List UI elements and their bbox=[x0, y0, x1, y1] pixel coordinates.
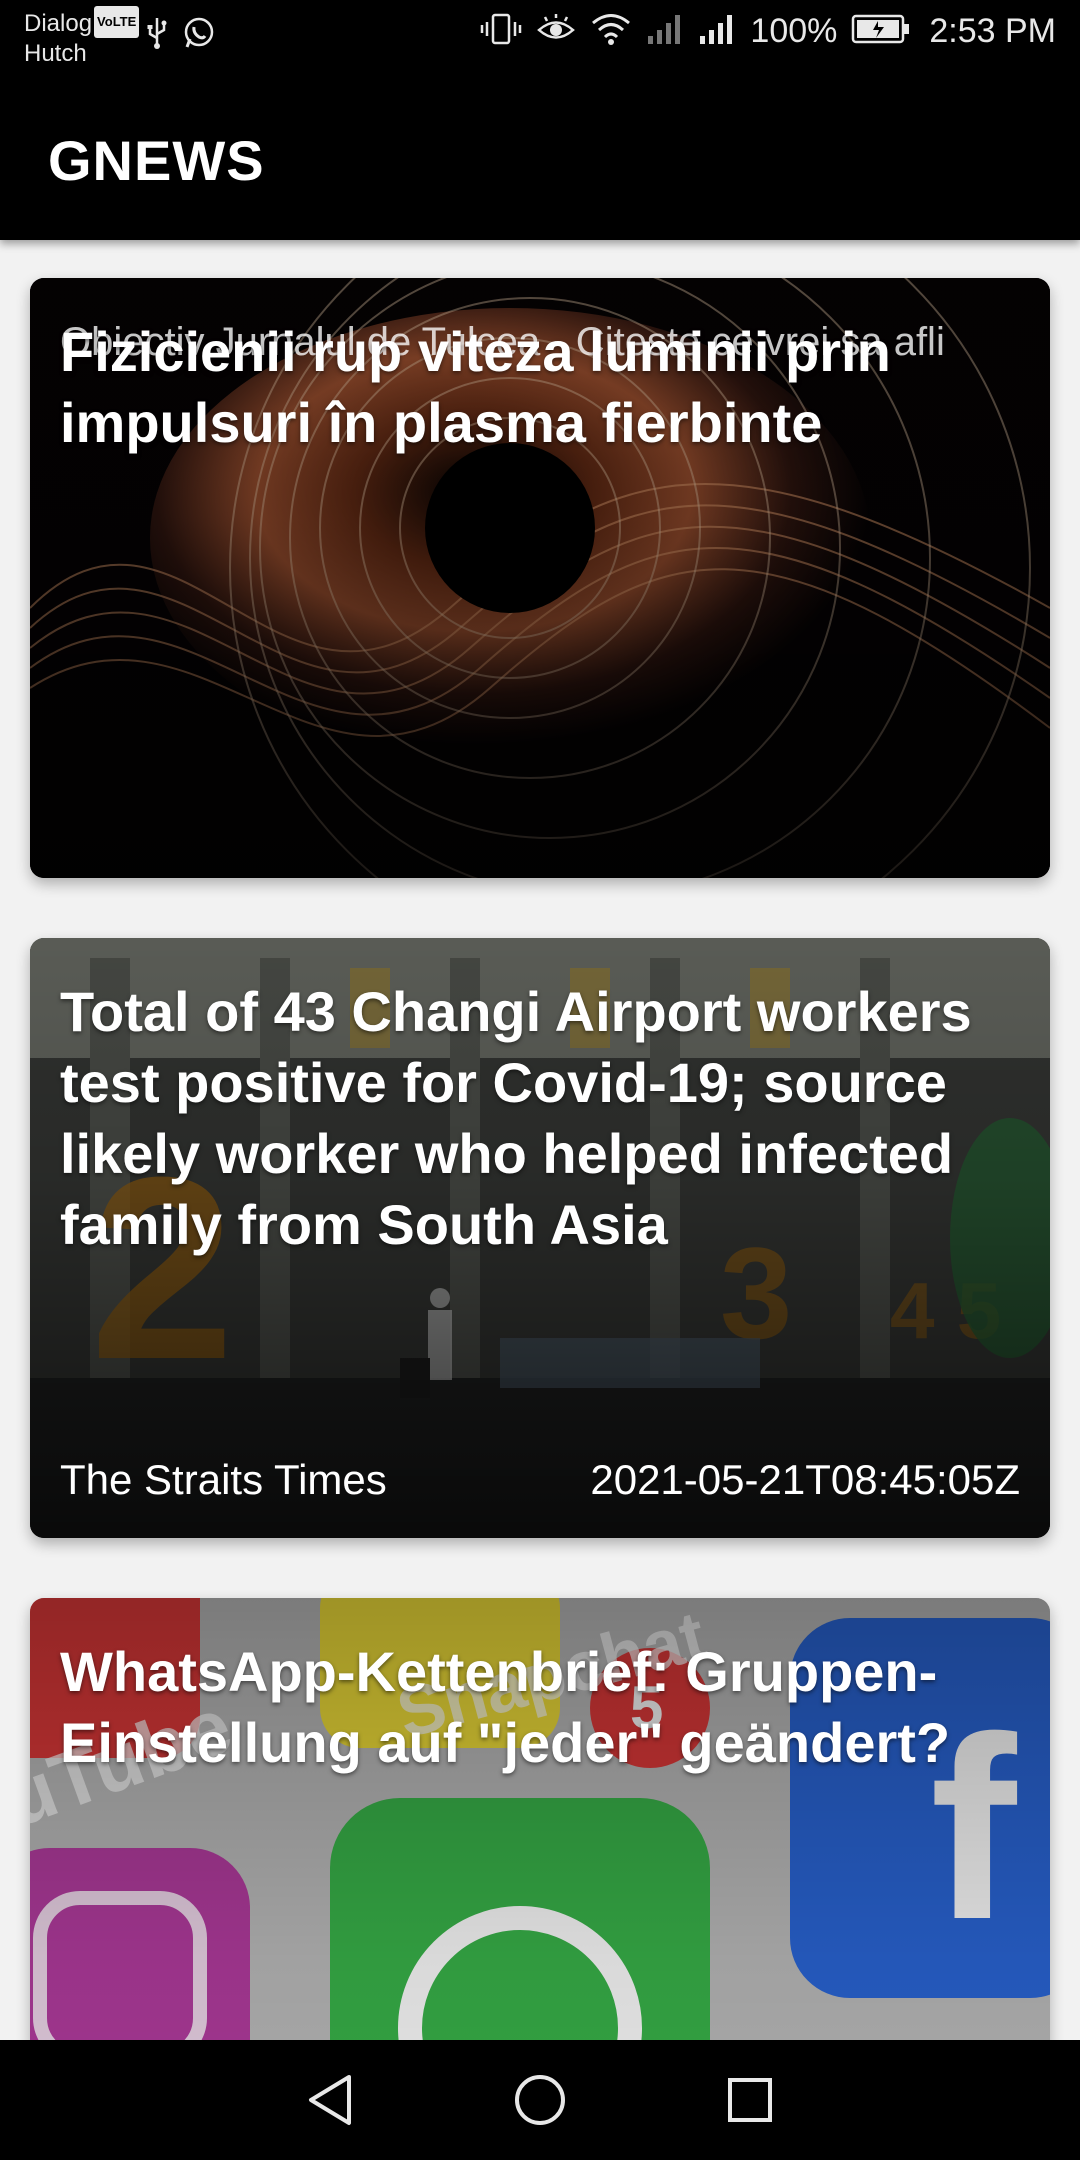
signal-icon bbox=[698, 12, 736, 51]
eye-comfort-icon bbox=[536, 12, 576, 51]
battery-charging-icon bbox=[851, 13, 911, 50]
carrier-info: Dialog VoLTE Hutch bbox=[24, 6, 140, 69]
carrier-name-secondary: Hutch bbox=[24, 40, 87, 67]
battery-percent: 100% bbox=[750, 12, 838, 50]
article-card[interactable]: 2 3 4 5 bbox=[30, 938, 1050, 1538]
usb-icon bbox=[146, 16, 168, 55]
system-nav-bar bbox=[0, 2040, 1080, 2160]
signal-icon bbox=[646, 12, 684, 51]
article-title[interactable]: WhatsApp-Kettenbrief: Gruppen-Einstellun… bbox=[60, 1636, 1020, 1778]
recents-icon[interactable] bbox=[720, 2070, 780, 2130]
news-feed[interactable]: Obiectiv Jurnalul de Tulcea - Citeste ce… bbox=[0, 240, 1080, 2040]
article-source: The Straits Times bbox=[60, 1456, 387, 1503]
status-bar: Dialog VoLTE Hutch 100% 2:53 PM bbox=[0, 0, 1080, 72]
article-card[interactable]: Obiectiv Jurnalul de Tulcea - Citeste ce… bbox=[30, 278, 1050, 878]
screen: Dialog VoLTE Hutch 100% 2:53 PM GNEWS Ob… bbox=[0, 0, 1080, 2160]
article-card[interactable]: f 5 uTube Snapchat WhatsApp-Kettenbrief:… bbox=[30, 1598, 1050, 2040]
article-date: 2021-05-21T08:45:05Z bbox=[590, 1456, 1020, 1503]
back-icon[interactable] bbox=[300, 2070, 360, 2130]
home-icon[interactable] bbox=[510, 2070, 570, 2130]
app-bar: GNEWS bbox=[0, 72, 1080, 240]
app-title: GNEWS bbox=[48, 129, 265, 192]
vibrate-icon bbox=[480, 12, 522, 51]
wifi-icon bbox=[590, 12, 632, 51]
article-title[interactable]: Fizicienii rup viteza luminii prin impul… bbox=[60, 316, 1020, 458]
volte-badge: VoLTE bbox=[94, 6, 140, 38]
whatsapp-icon bbox=[182, 16, 216, 55]
article-title[interactable]: Total of 43 Changi Airport workers test … bbox=[60, 976, 1020, 1260]
clock: 2:53 PM bbox=[929, 12, 1056, 50]
carrier-name-primary: Dialog bbox=[24, 10, 93, 37]
